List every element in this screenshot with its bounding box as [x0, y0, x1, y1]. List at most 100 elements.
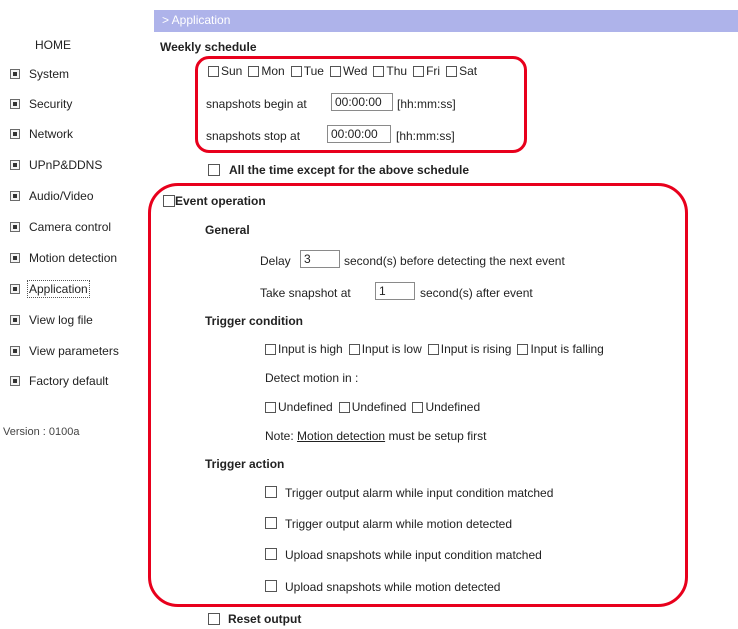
annotation-outline-event: [148, 183, 688, 607]
trigger-condition-title: Trigger condition: [205, 314, 303, 328]
checkbox[interactable]: [413, 65, 425, 77]
day-label: Sat: [459, 64, 478, 78]
snapshots-begin-hint: [hh:mm:ss]: [397, 97, 456, 111]
action-checkbox-2[interactable]: [265, 517, 277, 529]
note-prefix: Note:: [265, 429, 294, 443]
day-label: Mon: [261, 64, 285, 78]
option-label: Input is falling: [530, 342, 604, 356]
checkbox[interactable]: [248, 65, 260, 77]
sidebar-item-label: Security: [29, 97, 73, 111]
motion-window-options: Undefined Undefined Undefined: [265, 400, 486, 414]
checkbox[interactable]: [265, 343, 276, 355]
checkbox[interactable]: [329, 65, 341, 77]
sidebar-item-view-parameters[interactable]: View parameters: [10, 342, 119, 360]
bullet-icon: [10, 160, 20, 170]
bullet-icon: [10, 346, 20, 356]
action-label-2: Trigger output alarm while motion detect…: [285, 517, 513, 531]
motion-window-2[interactable]: Undefined: [338, 400, 407, 414]
day-tue[interactable]: Tue: [290, 64, 324, 78]
weekly-schedule-title: Weekly schedule: [160, 40, 257, 54]
bullet-icon: [10, 284, 20, 294]
take-snapshot-label: Take snapshot at: [260, 286, 351, 300]
snapshots-begin-input[interactable]: 00:00:00: [331, 93, 393, 111]
motion-window-1[interactable]: Undefined: [265, 400, 333, 414]
snapshots-stop-input[interactable]: 00:00:00: [327, 125, 391, 143]
sidebar-item-application[interactable]: Application: [10, 280, 90, 298]
sidebar-item-motion-detection[interactable]: Motion detection: [10, 249, 117, 267]
reset-output-label: Reset output: [228, 612, 302, 626]
input-is-rising-option[interactable]: Input is rising: [427, 342, 511, 356]
home-link[interactable]: HOME: [35, 38, 71, 52]
checkbox[interactable]: [412, 401, 424, 413]
delay-label: Delay: [260, 254, 291, 268]
bullet-icon: [10, 315, 20, 325]
checkbox[interactable]: [348, 343, 360, 355]
sidebar-item-view-log-file[interactable]: View log file: [10, 311, 93, 329]
except-schedule-checkbox[interactable]: [208, 164, 220, 176]
checkbox[interactable]: [517, 343, 529, 355]
checkbox[interactable]: [290, 65, 302, 77]
day-sun[interactable]: Sun: [208, 64, 242, 78]
take-snapshot-input[interactable]: 1: [375, 282, 415, 300]
checkbox[interactable]: [373, 65, 385, 77]
checkbox[interactable]: [427, 343, 439, 355]
checkbox[interactable]: [338, 401, 350, 413]
sidebar-item-camera-control[interactable]: Camera control: [10, 218, 111, 236]
day-thu[interactable]: Thu: [373, 64, 407, 78]
page-header: > Application: [154, 10, 738, 32]
trigger-condition-options: Input is high Input is low Input is risi…: [265, 342, 610, 356]
weekday-checkboxes: Sun Mon Tue Wed Thu Fri Sat: [208, 64, 483, 78]
version-label: Version : 0100a: [3, 426, 80, 438]
sidebar-item-label: Factory default: [29, 374, 109, 388]
day-label: Tue: [303, 64, 324, 78]
sidebar-item-label: UPnP&DDNS: [29, 158, 103, 172]
sidebar-item-upnp-ddns[interactable]: UPnP&DDNS: [10, 156, 102, 174]
day-wed[interactable]: Wed: [329, 64, 367, 78]
delay-input[interactable]: 3: [300, 250, 340, 268]
page-title: > Application: [162, 13, 231, 27]
motion-detection-link[interactable]: Motion detection: [297, 429, 385, 443]
reset-output-checkbox[interactable]: [208, 613, 220, 625]
take-snapshot-suffix: second(s) after event: [420, 286, 533, 300]
day-fri[interactable]: Fri: [413, 64, 440, 78]
sidebar-item-label: View parameters: [29, 344, 119, 358]
sidebar-item-label: Network: [29, 127, 74, 141]
sidebar-item-label: Audio/Video: [29, 189, 94, 203]
sidebar-item-network[interactable]: Network: [10, 125, 73, 143]
day-label: Fri: [426, 64, 441, 78]
snapshots-stop-hint: [hh:mm:ss]: [396, 129, 455, 143]
option-label: Undefined: [425, 400, 481, 414]
input-is-low-option[interactable]: Input is low: [348, 342, 422, 356]
bullet-icon: [10, 376, 20, 386]
motion-note: Note: Motion detection must be setup fir…: [265, 429, 486, 443]
event-operation-checkbox[interactable]: [163, 195, 175, 207]
sidebar-item-security[interactable]: Security: [10, 95, 72, 113]
sidebar-item-label: View log file: [29, 313, 93, 327]
sidebar-item-label: System: [29, 67, 70, 81]
sidebar: HOME System Security Network UPnP&DDNS A…: [0, 0, 154, 629]
checkbox[interactable]: [265, 401, 276, 413]
action-checkbox-3[interactable]: [265, 548, 277, 560]
action-label-4: Upload snapshots while motion detected: [285, 580, 501, 594]
action-checkbox-1[interactable]: [265, 486, 277, 498]
note-suffix: must be setup first: [388, 429, 487, 443]
delay-suffix: second(s) before detecting the next even…: [344, 254, 565, 268]
action-label-1: Trigger output alarm while input conditi…: [285, 486, 554, 500]
option-label: Undefined: [278, 400, 333, 414]
snapshots-stop-label: snapshots stop at: [206, 129, 301, 143]
bullet-icon: [10, 99, 20, 109]
day-mon[interactable]: Mon: [248, 64, 285, 78]
input-is-high-option[interactable]: Input is high: [265, 342, 343, 356]
option-label: Undefined: [351, 400, 407, 414]
motion-window-3[interactable]: Undefined: [412, 400, 480, 414]
action-checkbox-4[interactable]: [265, 580, 277, 592]
sidebar-item-factory-default[interactable]: Factory default: [10, 372, 108, 390]
sidebar-item-system[interactable]: System: [10, 65, 69, 83]
sidebar-item-audio-video[interactable]: Audio/Video: [10, 187, 94, 205]
checkbox[interactable]: [446, 65, 458, 77]
detect-motion-label: Detect motion in :: [265, 371, 359, 385]
except-schedule-label: All the time except for the above schedu…: [229, 163, 470, 177]
input-is-falling-option[interactable]: Input is falling: [517, 342, 604, 356]
day-sat[interactable]: Sat: [446, 64, 477, 78]
checkbox[interactable]: [208, 65, 219, 77]
